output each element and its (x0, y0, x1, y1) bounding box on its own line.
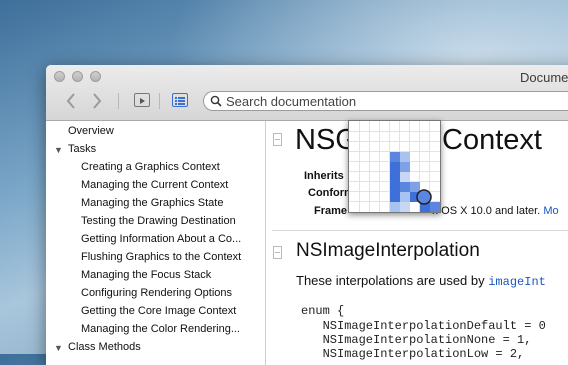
bookmark-icon[interactable] (273, 133, 282, 146)
search-placeholder: Search documentation (226, 94, 357, 109)
chevron-right-icon (93, 93, 102, 109)
sidebar-item[interactable]: Flushing Graphics to the Context (81, 251, 241, 263)
sidebar-item[interactable]: Managing the Color Rendering... (81, 323, 240, 335)
meta-label-conforms: Conform (308, 187, 354, 199)
chevron-left-icon (66, 93, 75, 109)
minimize-button[interactable] (72, 71, 83, 82)
meta-label-framework: Frame (314, 205, 348, 217)
sidebar-item[interactable]: Getting Information About a Co... (81, 233, 241, 245)
more-link[interactable]: Mo (543, 205, 558, 217)
page-title-end: Context (442, 124, 542, 156)
sidebar-item[interactable]: Class Methods (68, 341, 141, 353)
list-icon (175, 97, 185, 105)
play-icon (140, 98, 145, 104)
sidebar-item[interactable]: Managing the Current Context (81, 179, 228, 191)
code-line: NSImageInterpolationDefault = 0 (301, 319, 546, 333)
disclosure-triangle-icon[interactable]: ▼ (54, 145, 63, 155)
loupe-center-icon (416, 189, 432, 205)
sidebar-item[interactable]: Overview (68, 125, 114, 137)
section-paragraph: These interpolations are used by imageIn… (296, 273, 546, 289)
bookmark-icon[interactable] (273, 246, 282, 259)
sidebar-item[interactable]: Managing the Graphics State (81, 197, 223, 209)
meta-value-framework: n OS X 10.0 and later. Mo (432, 205, 559, 217)
code-line: NSImageInterpolationNone = 1, (301, 333, 532, 347)
magnifier-loupe (348, 120, 441, 213)
table-of-contents-button[interactable] (172, 93, 188, 107)
code-line: NSImageInterpolationLow = 2, (301, 347, 525, 361)
documentation-window: Docume Search documentation Overview ▼ T… (46, 65, 568, 365)
code-line: enum { (301, 304, 345, 318)
section-title: NSImageInterpolation (296, 240, 480, 261)
disclosure-triangle-icon[interactable]: ▼ (54, 343, 63, 353)
sidebar-item[interactable]: Creating a Graphics Context (81, 161, 220, 173)
sidebar-toc: Overview ▼ Tasks Creating a Graphics Contex… (46, 121, 266, 365)
zoom-button[interactable] (90, 71, 101, 82)
back-button[interactable] (62, 92, 80, 110)
sidebar-item[interactable]: Tasks (68, 143, 96, 155)
sidebar-item[interactable]: Testing the Drawing Destination (81, 215, 236, 227)
image-interpolation-link[interactable]: imageInt (488, 275, 546, 289)
close-button[interactable] (54, 71, 65, 82)
magnified-pixels (349, 121, 440, 212)
meta-label-inherits: Inherits (304, 170, 344, 182)
toggle-sidebar-button[interactable] (134, 93, 150, 107)
sidebar-item[interactable]: Getting the Core Image Context (81, 305, 236, 317)
toolbar-separator (159, 93, 160, 109)
search-icon (210, 95, 222, 107)
section-divider (272, 230, 568, 231)
window-titlebar: Docume Search documentation (46, 65, 568, 121)
sidebar-item[interactable]: Managing the Focus Stack (81, 269, 211, 281)
window-title: Docume (520, 70, 568, 85)
forward-button[interactable] (88, 92, 106, 110)
toolbar-separator (118, 93, 119, 109)
search-field[interactable]: Search documentation (203, 91, 568, 111)
sidebar-item[interactable]: Configuring Rendering Options (81, 287, 232, 299)
